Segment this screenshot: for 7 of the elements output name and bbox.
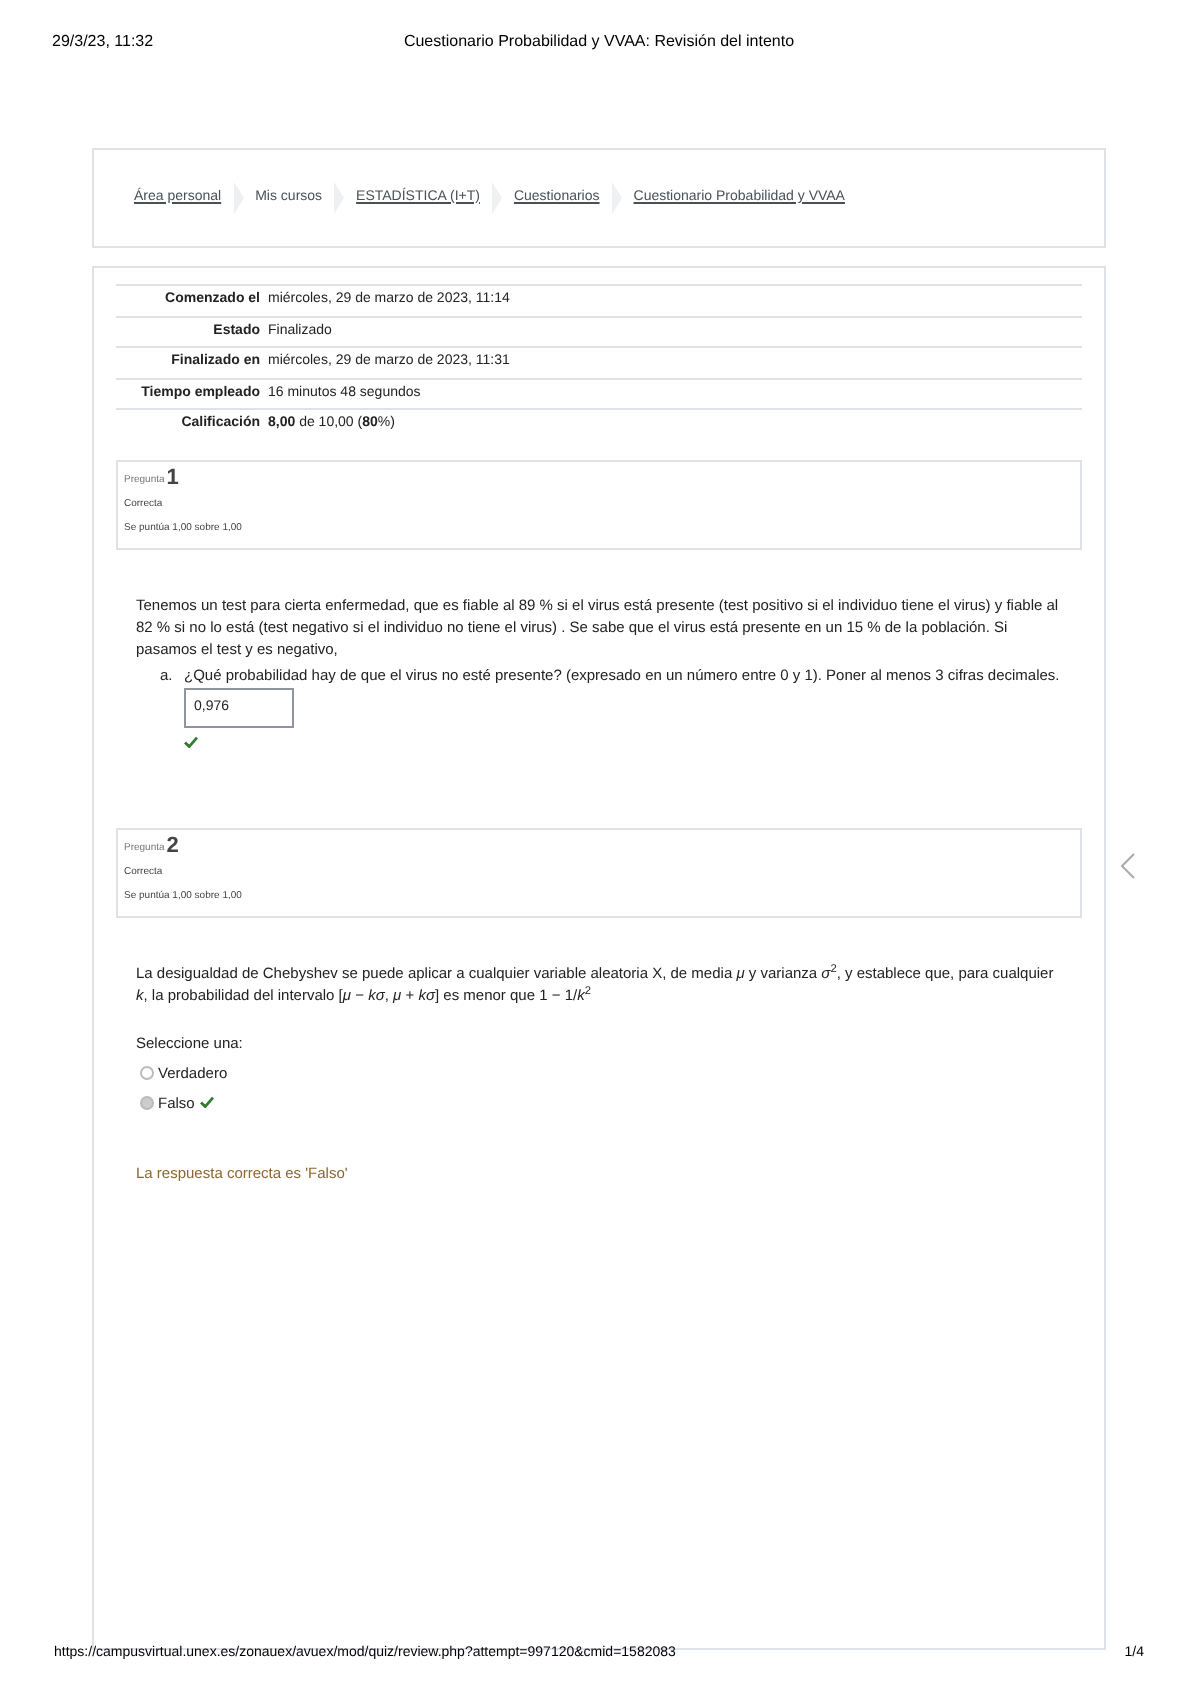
chevron-left-icon[interactable] bbox=[1120, 852, 1136, 880]
radio-button[interactable] bbox=[140, 1095, 154, 1109]
question-number: 1 bbox=[166, 467, 179, 489]
print-date: 29/3/23, 11:32 bbox=[52, 29, 156, 53]
page-title: Cuestionario Probabilidad y VVAA: Revisión del intento bbox=[401, 29, 797, 53]
question-number: 2 bbox=[166, 835, 179, 857]
radio-button[interactable] bbox=[140, 1065, 154, 1079]
